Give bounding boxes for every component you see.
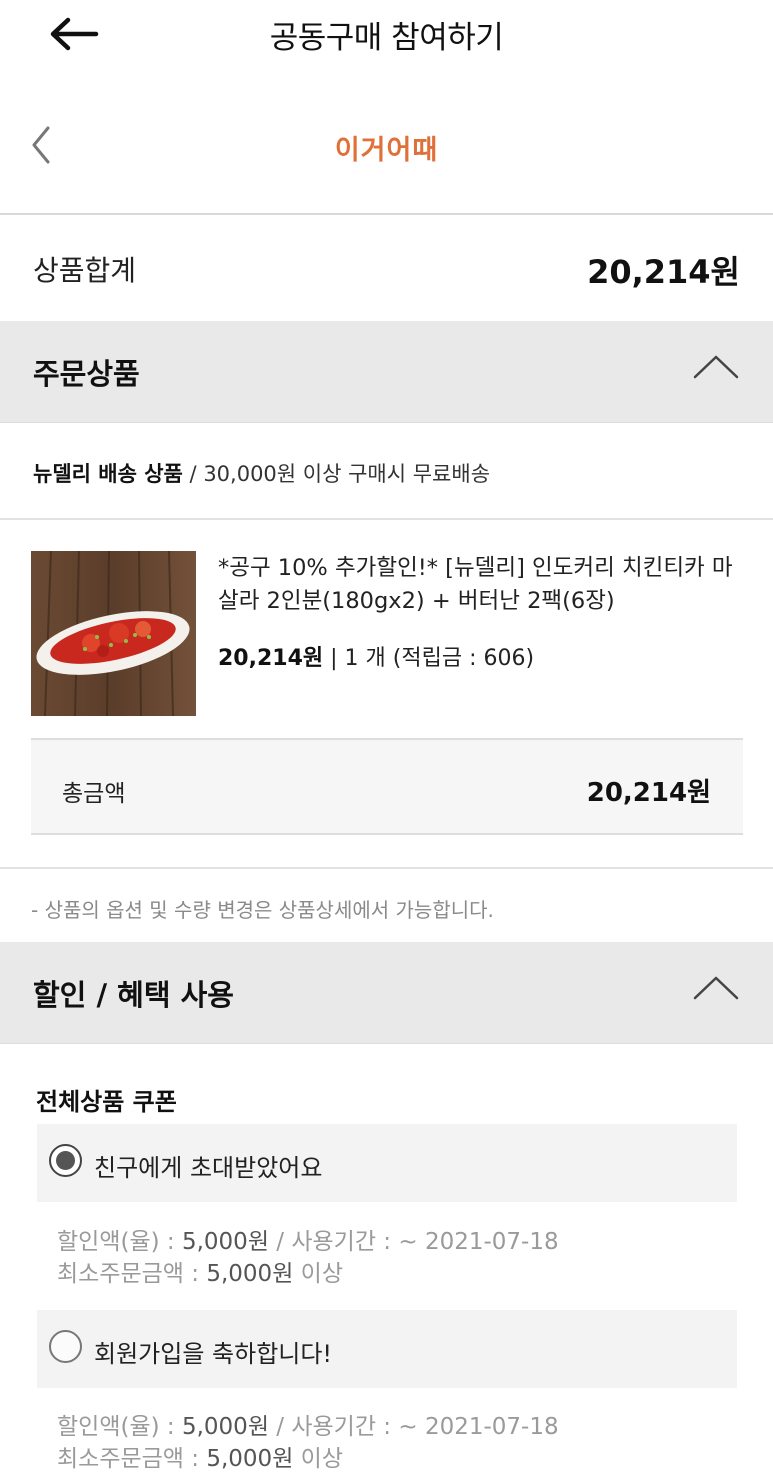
product-price: 20,214원 [218, 646, 324, 671]
coupon-name[interactable]: 친구에게 초대받았어요 [94, 1148, 322, 1183]
coupon-option[interactable]: 회원가입을 축하합니다! [37, 1310, 737, 1388]
coupon-min-line: 최소주문금액 : 5,000원 이상 [57, 1258, 559, 1290]
min-order-suffix: 이상 [293, 1261, 343, 1287]
period-label: / 사용기간 : ~ 2021-07-18 [268, 1229, 559, 1255]
min-order-value: 5,000원 [206, 1446, 294, 1472]
coupon-option[interactable]: 친구에게 초대받았어요 [37, 1124, 737, 1202]
min-order-label: 최소주문금액 : [57, 1261, 207, 1287]
discount-header[interactable]: 할인 / 혜택 사용 [0, 942, 773, 1044]
order-items-title: 주문상품 [33, 357, 140, 391]
min-order-suffix: 이상 [293, 1446, 343, 1472]
page-title: 공동구매 참여하기 [269, 20, 504, 56]
shop-bar: 이거어때 [0, 100, 773, 215]
discount-label: 할인액(율) : [57, 1414, 182, 1440]
radio-selected-icon[interactable] [49, 1144, 82, 1177]
product-total-label: 상품합계 [33, 254, 137, 287]
shipping-info: 뉴델리 배송 상품 / 30,000원 이상 구매시 무료배송 [33, 458, 490, 488]
period-label: / 사용기간 : ~ 2021-07-18 [268, 1414, 559, 1440]
discount-label: 할인액(율) : [57, 1229, 182, 1255]
order-total-box: 총금액 20,214원 [31, 738, 743, 835]
coupon-discount-line: 할인액(율) : 5,000원 / 사용기간 : ~ 2021-07-18 [57, 1411, 559, 1443]
meta-separator: | [323, 646, 345, 671]
coupon-name[interactable]: 회원가입을 축하합니다! [94, 1334, 332, 1369]
discount-title: 할인 / 혜택 사용 [33, 978, 234, 1012]
product-name[interactable]: *공구 10% 추가할인!* [뉴델리] 인도커리 치킨티카 마살라 2인분(1… [218, 552, 748, 618]
chevron-up-icon[interactable] [693, 974, 739, 1002]
order-total-label: 총금액 [62, 781, 126, 807]
product-meta: 20,214원 | 1 개 (적립금 : 606) [218, 640, 534, 672]
coupon-details: 할인액(율) : 5,000원 / 사용기간 : ~ 2021-07-18 최소… [57, 1226, 559, 1290]
coupon-heading: 전체상품 쿠폰 [36, 1088, 177, 1116]
min-order-label: 최소주문금액 : [57, 1446, 207, 1472]
product-quantity: 1 개 [344, 646, 386, 671]
min-order-value: 5,000원 [206, 1261, 294, 1287]
order-items-header[interactable]: 주문상품 [0, 321, 773, 423]
chevron-up-icon[interactable] [693, 353, 739, 381]
discount-value: 5,000원 [181, 1229, 269, 1255]
shipping-info-row: 뉴델리 배송 상품 / 30,000원 이상 구매시 무료배송 [0, 424, 773, 520]
top-bar: 공동구매 참여하기 [0, 0, 773, 70]
coupon-min-line: 최소주문금액 : 5,000원 이상 [57, 1443, 559, 1475]
product-total-value: 20,214원 [587, 253, 740, 291]
shipping-separator: / [182, 462, 204, 486]
divider [0, 867, 773, 869]
shipping-condition: 30,000원 이상 구매시 무료배송 [203, 462, 491, 486]
radio-unselected-icon[interactable] [49, 1330, 82, 1363]
discount-value: 5,000원 [181, 1414, 269, 1440]
coupon-details: 할인액(율) : 5,000원 / 사용기간 : ~ 2021-07-18 최소… [57, 1411, 559, 1475]
coupon-discount-line: 할인액(율) : 5,000원 / 사용기간 : ~ 2021-07-18 [57, 1226, 559, 1258]
shop-logo: 이거어때 [334, 135, 439, 166]
product-points: (적립금 : 606) [392, 646, 535, 671]
product-total-row: 상품합계 20,214원 [0, 217, 773, 321]
order-total-value: 20,214원 [586, 778, 711, 808]
option-change-note: - 상품의 옵션 및 수량 변경은 상품상세에서 가능합니다. [31, 898, 494, 922]
shipping-vendor: 뉴델리 배송 상품 [33, 462, 183, 486]
product-image[interactable] [31, 551, 196, 716]
